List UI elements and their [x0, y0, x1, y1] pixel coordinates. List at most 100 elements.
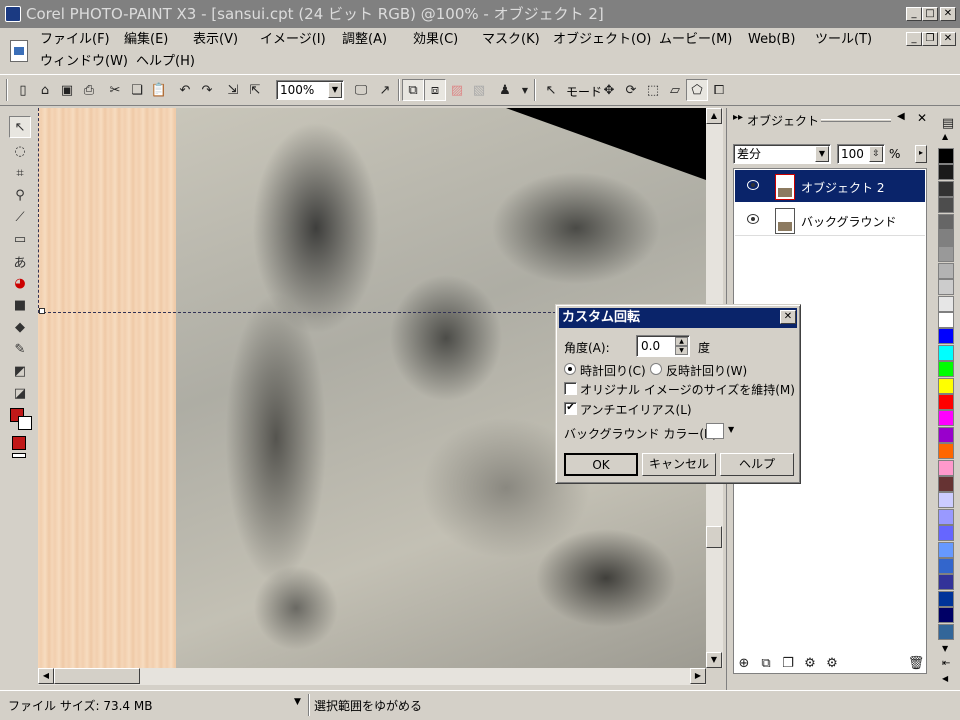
- shadow-tool-icon[interactable]: ◩: [9, 360, 31, 382]
- menu-mask[interactable]: マスク(K): [480, 29, 542, 51]
- color-swatch[interactable]: [938, 525, 954, 542]
- color-swatch[interactable]: [938, 443, 954, 460]
- document-icon[interactable]: [10, 40, 28, 62]
- color-swatch[interactable]: [938, 262, 954, 279]
- docker-collapse-icon[interactable]: ▸▸: [733, 112, 743, 123]
- color-swatch[interactable]: [938, 476, 954, 492]
- zoom-tool-icon[interactable]: ⚲: [9, 184, 31, 206]
- color-swatch[interactable]: [938, 164, 954, 181]
- fill-color-swatch[interactable]: [12, 436, 26, 450]
- keep-size-checkbox[interactable]: [564, 382, 577, 395]
- maximize-button[interactable]: □: [922, 7, 938, 21]
- horizontal-scroll-thumb[interactable]: [54, 668, 140, 684]
- visibility-eye-icon[interactable]: [747, 214, 759, 224]
- color-swatch[interactable]: [938, 377, 954, 394]
- scale-mode-icon[interactable]: ⬚: [642, 79, 664, 101]
- color-swatch[interactable]: [938, 623, 954, 640]
- color-swatch[interactable]: [938, 197, 954, 214]
- perspective-mode-icon[interactable]: ⧠: [708, 79, 730, 101]
- position-mode-icon[interactable]: ✥: [598, 79, 620, 101]
- new-icon[interactable]: ▯: [12, 79, 34, 101]
- paste-icon[interactable]: 📋: [148, 79, 170, 101]
- menu-effects[interactable]: 効果(C): [411, 29, 460, 51]
- launcher-icon[interactable]: ↗: [374, 79, 396, 101]
- undo-icon[interactable]: ↶: [174, 79, 196, 101]
- menu-file[interactable]: ファイル(F): [38, 29, 112, 51]
- color-swatch[interactable]: [938, 295, 954, 312]
- layer-row[interactable]: オブジェクト 2: [735, 170, 925, 202]
- paper-color-swatch[interactable]: [12, 453, 26, 458]
- save-icon[interactable]: ▣: [56, 79, 78, 101]
- color-swatch[interactable]: [938, 148, 954, 164]
- transparency-tool-icon[interactable]: ◪: [9, 382, 31, 404]
- color-swatch[interactable]: [938, 180, 954, 197]
- status-dropdown-icon[interactable]: ▼: [294, 697, 301, 707]
- menu-object[interactable]: オブジェクト(O): [551, 29, 653, 51]
- object-marquee-icon[interactable]: ▨: [446, 79, 468, 101]
- merge-mode-select[interactable]: 差分 ▼: [733, 144, 831, 164]
- object-properties-icon[interactable]: ⚙: [821, 652, 843, 674]
- clockwise-label[interactable]: 時計回り(C): [580, 362, 646, 379]
- angle-down-icon[interactable]: ▼: [675, 346, 688, 355]
- palette-end-icon[interactable]: ⇤: [942, 658, 950, 669]
- ok-button[interactable]: OK: [564, 453, 638, 476]
- close-button[interactable]: ✕: [940, 7, 956, 21]
- color-swatch[interactable]: [938, 574, 954, 591]
- print-icon[interactable]: ⎙: [78, 79, 100, 101]
- rectangle-tool-icon[interactable]: ■: [9, 294, 31, 316]
- transform-handle[interactable]: [39, 308, 45, 314]
- brush-tool-icon[interactable]: ✎: [9, 338, 31, 360]
- counterclockwise-label[interactable]: 反時計回り(W): [666, 362, 747, 379]
- color-swatch[interactable]: [938, 279, 954, 296]
- color-dropdown-icon[interactable]: ▼: [728, 425, 734, 434]
- mask-tool-icon[interactable]: ◌: [9, 140, 31, 162]
- copy-icon[interactable]: ❏: [126, 79, 148, 101]
- color-swatch[interactable]: [938, 312, 954, 328]
- vertical-scroll-thumb[interactable]: [706, 526, 722, 548]
- color-swatch[interactable]: [938, 508, 954, 525]
- color-swatch[interactable]: [938, 607, 954, 624]
- menu-edit[interactable]: 編集(E): [122, 29, 170, 51]
- menu-help[interactable]: ヘルプ(H): [134, 51, 197, 73]
- import-icon[interactable]: ⇲: [222, 79, 244, 101]
- layer-row[interactable]: バックグラウンド: [735, 204, 925, 236]
- text-tool-icon[interactable]: あ: [9, 250, 31, 272]
- color-swatch[interactable]: [938, 361, 954, 378]
- angle-input[interactable]: 0.0 ▲ ▼: [636, 335, 690, 357]
- app-icon[interactable]: [5, 6, 21, 22]
- horizontal-scrollbar[interactable]: ◀ ▶: [38, 668, 706, 685]
- color-swatch[interactable]: [938, 492, 954, 509]
- full-screen-icon[interactable]: 🖵: [350, 79, 372, 101]
- doc-restore-button[interactable]: ❐: [922, 32, 938, 46]
- menu-web[interactable]: Web(B): [746, 29, 797, 51]
- redo-icon[interactable]: ↷: [196, 79, 218, 101]
- menu-window[interactable]: ウィンドウ(W): [38, 51, 130, 73]
- zoom-select[interactable]: 100% ▼: [276, 80, 344, 100]
- color-swatch[interactable]: [938, 344, 954, 361]
- create-from-mask-icon[interactable]: ⚙: [799, 652, 821, 674]
- color-swatch[interactable]: [938, 558, 954, 574]
- combine-objects-icon[interactable]: ❐: [777, 652, 799, 674]
- menu-adjust[interactable]: 調整(A): [340, 29, 389, 51]
- color-swatch[interactable]: [938, 541, 954, 558]
- dropper-icon[interactable]: ♟: [494, 79, 516, 101]
- color-swatch[interactable]: [938, 410, 954, 427]
- duplicate-object-icon[interactable]: ⧉: [755, 652, 777, 674]
- menu-tools[interactable]: ツール(T): [813, 29, 874, 51]
- background-color-picker[interactable]: [706, 423, 724, 439]
- pick-tool-icon[interactable]: ↖: [9, 116, 31, 138]
- dialog-close-button[interactable]: ✕: [780, 310, 796, 324]
- color-swatch[interactable]: [938, 246, 954, 263]
- color-swatch[interactable]: [938, 213, 954, 230]
- crop-tool-icon[interactable]: ⌗: [9, 162, 31, 184]
- palette-menu-icon[interactable]: ▤: [937, 112, 959, 134]
- mask-overlay-icon[interactable]: ⧈: [424, 79, 446, 101]
- eyedropper-tool-icon[interactable]: ⟋: [9, 206, 31, 228]
- counterclockwise-radio[interactable]: [650, 363, 662, 375]
- angle-up-icon[interactable]: ▲: [675, 337, 688, 346]
- delete-object-icon[interactable]: 🗑: [905, 652, 927, 674]
- menu-view[interactable]: 表示(V): [191, 29, 240, 51]
- cancel-button[interactable]: キャンセル: [642, 453, 716, 476]
- show-mask-icon[interactable]: ⧉: [402, 79, 424, 101]
- color-swatch[interactable]: [938, 394, 954, 410]
